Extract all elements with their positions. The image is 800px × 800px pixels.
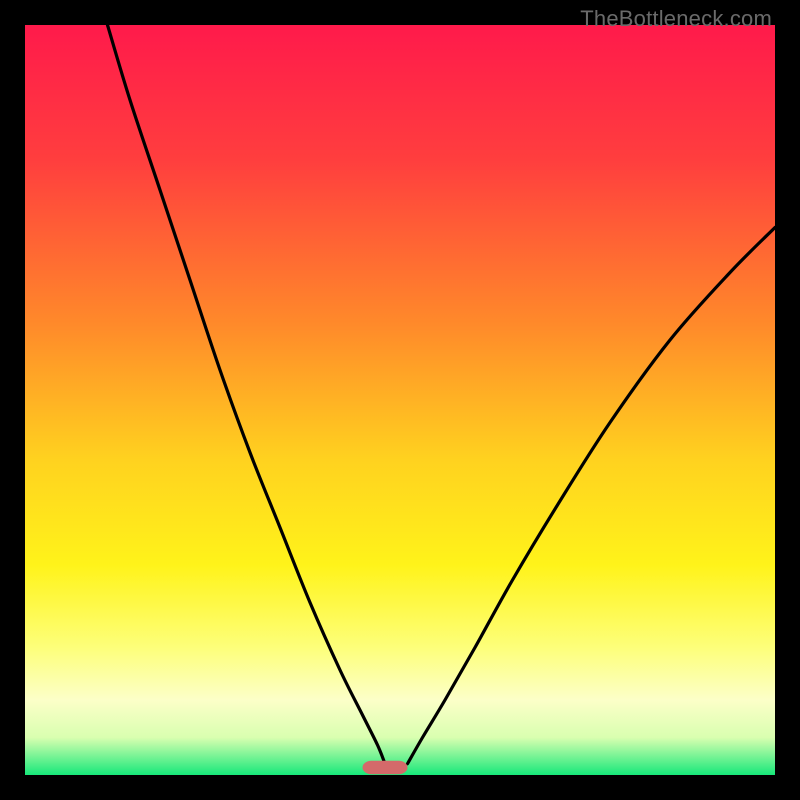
chart-svg [25, 25, 775, 775]
chart-frame [25, 25, 775, 775]
watermark-text: TheBottleneck.com [580, 6, 772, 32]
minimum-marker [363, 761, 408, 775]
gradient-background [25, 25, 775, 775]
